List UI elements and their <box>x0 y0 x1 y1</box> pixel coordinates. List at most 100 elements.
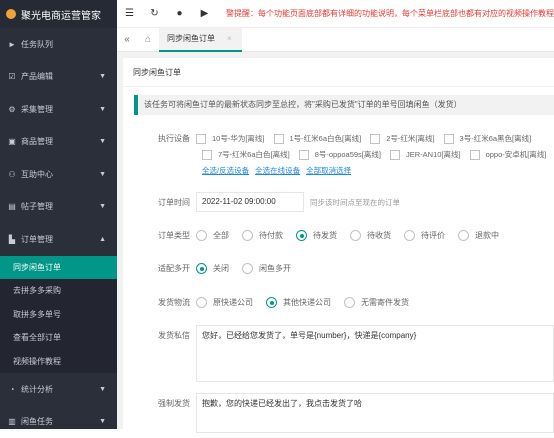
checkbox-box[interactable] <box>299 150 309 160</box>
device-name: 1号-红米6a白色[离线] <box>290 133 362 144</box>
close-icon[interactable]: × <box>227 34 232 43</box>
radio-label: 其他快递公司 <box>283 297 331 308</box>
checkbox-box[interactable] <box>444 134 454 144</box>
devices-label: 执行设备 <box>123 133 196 144</box>
checkbox-box[interactable] <box>470 150 480 160</box>
checkbox-box[interactable] <box>274 134 284 144</box>
order-type-unpaid[interactable]: 待付款 <box>242 230 283 241</box>
checkbox-box[interactable] <box>390 150 400 160</box>
logistics-original[interactable]: 原快递公司 <box>196 297 253 308</box>
sidebar: 聚光电商运营管家 ► 任务队列 ☑ 产品编辑 ▼ ⚙ 采集管理 ▼ ▣ 商品管理… <box>0 0 117 429</box>
device-checkbox[interactable]: JER-AN10[离线] <box>390 149 461 160</box>
devices-row-2: 7号-红米6a白色[离线] 8号-oppoa59s[离线] JER-AN10[离… <box>202 149 554 160</box>
sidebar-item-product-edit[interactable]: ☑ 产品编辑 ▼ <box>0 61 117 94</box>
multi-open-off[interactable]: 关闭 <box>196 263 229 274</box>
device-checkbox[interactable]: 3号-红米6a黑色[离线] <box>444 133 532 144</box>
sidebar-item-collect[interactable]: ⚙ 采集管理 ▼ <box>0 93 117 126</box>
chevron-up-icon: ▲ <box>99 236 106 243</box>
radio-circle[interactable] <box>196 263 207 274</box>
edit-icon: ☑ <box>7 72 17 81</box>
logistics-row: 发货物流 原快递公司 其他快递公司 无需寄件发货 <box>123 297 422 308</box>
ship-message-textarea[interactable]: 您好，已经给您发货了，单号是{number}，快递是{company} <box>196 325 554 382</box>
device-checkbox[interactable]: 1号-红米6a白色[离线] <box>274 133 362 144</box>
device-name: 10号-华为[离线] <box>212 133 265 144</box>
order-time-row: 订单时间 2022-11-02 09:00:00 同步该时间点至现在的订单 <box>123 192 400 212</box>
radio-circle[interactable] <box>266 297 277 308</box>
order-type-label: 订单类型 <box>123 230 196 241</box>
radio-circle[interactable] <box>344 297 355 308</box>
sidebar-item-label: 帖子管理 <box>21 201 53 212</box>
device-checkbox[interactable]: 2号-红米[离线] <box>370 133 434 144</box>
radio-label: 无需寄件发货 <box>361 297 409 308</box>
logistics-other[interactable]: 其他快递公司 <box>266 297 331 308</box>
order-time-input[interactable]: 2022-11-02 09:00:00 <box>196 192 304 212</box>
sidebar-item-help-center[interactable]: ⚇ 互助中心 ▼ <box>0 158 117 191</box>
tab-sync-orders[interactable]: 同步闲鱼订单 × <box>159 28 242 52</box>
tab-prev-icon[interactable]: « <box>117 34 137 45</box>
card-title: 同步闲鱼订单 <box>123 58 554 87</box>
play-icon[interactable]: ▶ <box>192 8 217 19</box>
chat-icon[interactable]: ● <box>167 8 192 19</box>
home-icon[interactable]: ⌂ <box>137 34 159 45</box>
order-type-refund[interactable]: 退款中 <box>458 230 499 241</box>
checkbox-box[interactable] <box>196 134 206 144</box>
radio-circle[interactable] <box>296 230 307 241</box>
deselect-all-link[interactable]: 全部取消选择 <box>306 165 351 176</box>
multi-open-on[interactable]: 闲鱼多开 <box>242 263 291 274</box>
devices-row: 执行设备 10号-华为[离线] 1号-红米6a白色[离线] 2号-红米[离线] … <box>123 133 540 144</box>
checkbox-box[interactable] <box>202 150 212 160</box>
force-ship-label: 强制发货 <box>123 393 196 409</box>
refresh-icon[interactable]: ↻ <box>142 8 167 19</box>
sidebar-item-label: 统计分析 <box>21 384 53 395</box>
device-checkbox[interactable]: 10号-华为[离线] <box>196 133 265 144</box>
order-type-to-review[interactable]: 待评价 <box>404 230 445 241</box>
ship-message-label: 发货私信 <box>123 325 196 341</box>
logistics-none[interactable]: 无需寄件发货 <box>344 297 409 308</box>
radio-circle[interactable] <box>196 297 207 308</box>
device-name: 3号-红米6a黑色[离线] <box>460 133 532 144</box>
app-logo[interactable]: 聚光电商运营管家 <box>0 0 117 28</box>
sidebar-item-posts[interactable]: ▤ 帖子管理 ▼ <box>0 191 117 224</box>
play-icon: ► <box>7 40 17 49</box>
select-online-link[interactable]: 全选在线设备 <box>255 165 300 176</box>
order-type-all[interactable]: 全部 <box>196 230 229 241</box>
radio-circle[interactable] <box>458 230 469 241</box>
sidebar-item-statistics[interactable]: ◔ 统计分析 ▼ <box>0 373 117 406</box>
device-name: JER-AN10[离线] <box>406 149 461 160</box>
radio-circle[interactable] <box>350 230 361 241</box>
radio-circle[interactable] <box>196 230 207 241</box>
order-time-label: 订单时间 <box>123 197 196 208</box>
radio-label: 原快递公司 <box>213 297 253 308</box>
box-icon: ▣ <box>7 137 17 146</box>
device-checkbox[interactable]: oppo-安卓机[离线] <box>470 149 547 160</box>
sidebar-subitem-all-orders[interactable]: 查看全部订单 <box>0 326 117 350</box>
checkbox-box[interactable] <box>370 134 380 144</box>
force-ship-textarea[interactable]: 抱歉，您的快递已经发出了，我点击发货了哈 <box>196 393 554 433</box>
menu-toggle-icon[interactable]: ☰ <box>117 8 142 19</box>
multi-open-row: 适配多开 关闭 闲鱼多开 <box>123 263 304 274</box>
radio-circle[interactable] <box>242 230 253 241</box>
radio-circle[interactable] <box>404 230 415 241</box>
orders-submenu: 同步闲鱼订单 去拼多多采购 取拼多多单号 查看全部订单 视频操作教程 <box>0 256 117 374</box>
sidebar-subitem-pdd-tracking[interactable]: 取拼多多单号 <box>0 303 117 327</box>
sidebar-item-orders[interactable]: ▙ 订单管理 ▲ <box>0 223 117 256</box>
chevron-down-icon: ▼ <box>99 203 106 210</box>
select-toggle-link[interactable]: 全选/反选设备 <box>202 165 249 176</box>
sidebar-subitem-video-tutorial[interactable]: 视频操作教程 <box>0 350 117 374</box>
logistics-label: 发货物流 <box>123 297 196 308</box>
order-type-to-ship[interactable]: 待发货 <box>296 230 337 241</box>
chevron-down-icon: ▼ <box>99 418 106 425</box>
device-links: 全选/反选设备 全选在线设备 全部取消选择 <box>202 165 357 176</box>
order-type-to-receive[interactable]: 待收货 <box>350 230 391 241</box>
sidebar-subitem-sync-orders[interactable]: 同步闲鱼订单 <box>0 256 117 280</box>
logo-icon <box>6 9 16 19</box>
sidebar-item-task-queue[interactable]: ► 任务队列 <box>0 28 117 61</box>
force-ship-row: 强制发货 抱歉，您的快递已经发出了，我点击发货了哈 <box>123 393 554 433</box>
radio-circle[interactable] <box>242 263 253 274</box>
device-checkbox[interactable]: 7号-红米6a白色[离线] <box>202 149 290 160</box>
device-checkbox[interactable]: 8号-oppoa59s[离线] <box>299 149 381 160</box>
sidebar-item-xianyu-tasks[interactable]: ▥ 闲鱼任务 ▼ <box>0 406 117 438</box>
sidebar-item-goods[interactable]: ▣ 商品管理 ▼ <box>0 126 117 159</box>
list-icon: ▤ <box>7 202 17 211</box>
sidebar-subitem-pdd-purchase[interactable]: 去拼多多采购 <box>0 279 117 303</box>
